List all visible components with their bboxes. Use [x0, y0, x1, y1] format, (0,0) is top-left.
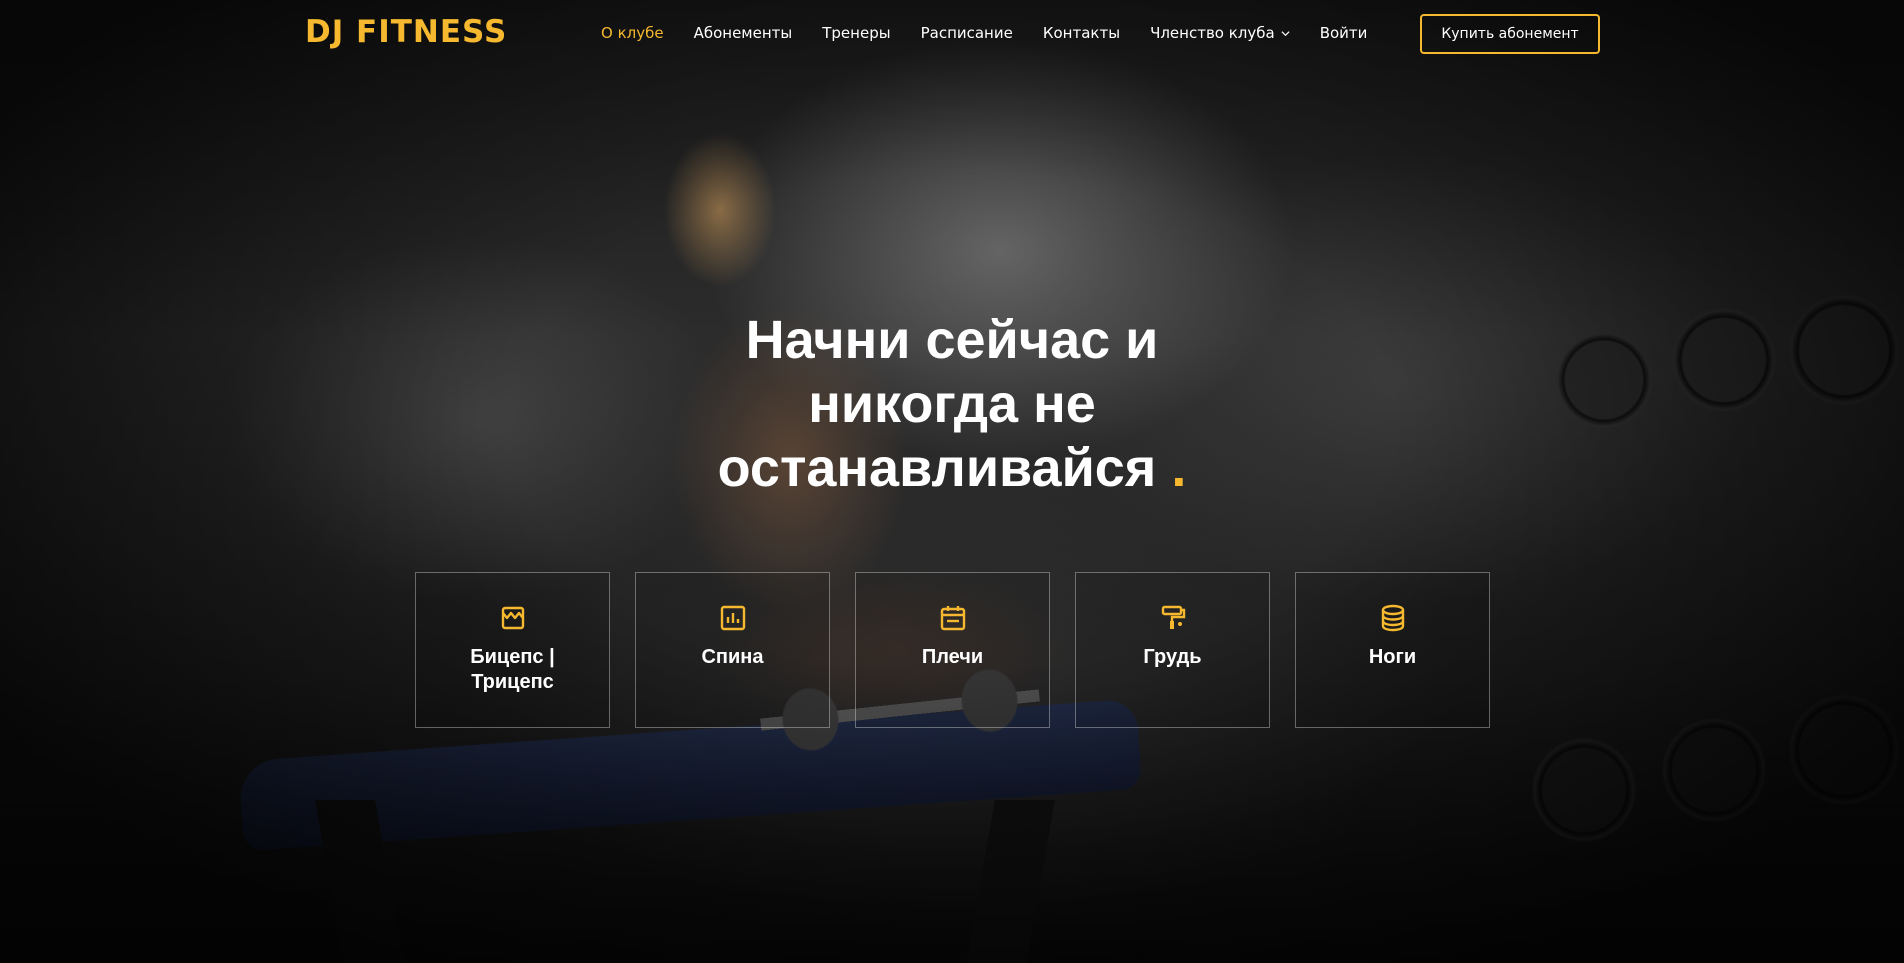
- nav-item-memberships[interactable]: Абонементы: [694, 24, 793, 42]
- nav-item-label: О клубе: [601, 24, 664, 42]
- nav-item-label: Членство клуба: [1150, 24, 1275, 42]
- nav-item-club-membership[interactable]: Членство клуба: [1150, 24, 1290, 42]
- nav-item-label: Расписание: [920, 24, 1013, 42]
- nav-item-label: Войти: [1319, 24, 1368, 42]
- calendar-icon: [940, 606, 965, 631]
- chevron-down-icon: [1281, 30, 1290, 36]
- category-card-legs[interactable]: Ноги: [1295, 572, 1490, 728]
- nav-item-label: Абонементы: [693, 24, 793, 42]
- hero-title-line: никогда не: [808, 374, 1096, 434]
- database-icon: [1381, 604, 1404, 632]
- paint-roller-icon: [1161, 605, 1185, 629]
- nav-item-contacts[interactable]: Контакты: [1043, 24, 1120, 42]
- category-card-biceps-triceps[interactable]: Бицепс | Трицепс: [415, 572, 610, 728]
- nav-item-about[interactable]: О клубе: [601, 24, 664, 42]
- category-card-shoulders[interactable]: Плечи: [855, 572, 1050, 728]
- category-label: Плечи: [921, 646, 984, 668]
- nav-item-label: Тренеры: [822, 24, 891, 42]
- category-label: Ноги: [1368, 646, 1417, 668]
- hero-title-line: останавливайся: [717, 438, 1157, 498]
- hero-title-line: Начни сейчас и: [745, 310, 1159, 370]
- nav-item-trainers[interactable]: Тренеры: [822, 24, 890, 42]
- category-label: Грудь: [1143, 646, 1202, 668]
- main-nav: О клубе Абонементы Тренеры Расписание Ко…: [601, 24, 1367, 42]
- site-header: DJ FITNESS О клубе Абонементы Тренеры Ра…: [0, 0, 1904, 68]
- category-card-back[interactable]: Спина: [635, 572, 830, 728]
- hero-title-dot: .: [1171, 438, 1187, 498]
- category-cards: Бицепс | Трицепс Спина Плечи Грудь Ноги: [415, 572, 1490, 728]
- category-label: Бицепс | Трицепс: [470, 646, 555, 693]
- bar-chart-icon: [720, 605, 745, 631]
- site-logo[interactable]: DJ FITNESS: [305, 14, 507, 50]
- nav-item-login[interactable]: Войти: [1320, 24, 1368, 42]
- category-card-chest[interactable]: Грудь: [1075, 572, 1270, 728]
- store-icon: [501, 606, 524, 630]
- hero-title: Начни сейчас и никогда не останавливайся…: [552, 308, 1352, 500]
- nav-item-schedule[interactable]: Расписание: [921, 24, 1013, 42]
- nav-item-label: Контакты: [1042, 24, 1121, 42]
- category-label: Спина: [701, 646, 764, 668]
- buy-membership-button[interactable]: Купить абонемент: [1420, 14, 1600, 54]
